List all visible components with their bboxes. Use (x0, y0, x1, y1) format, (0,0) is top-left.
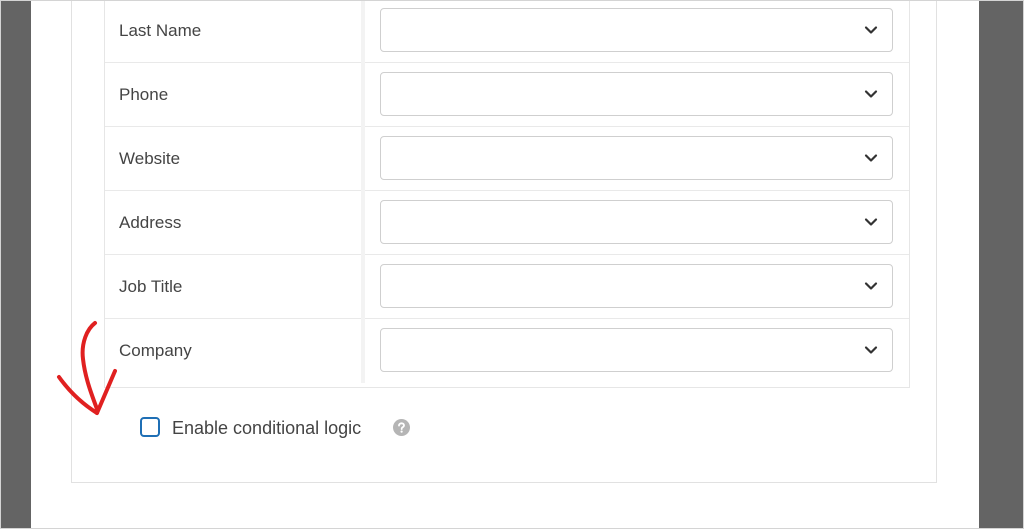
red-arrow-icon (57, 321, 117, 415)
field-label: Last Name (119, 21, 202, 40)
address-select[interactable] (380, 200, 893, 244)
field-label: Address (119, 213, 182, 232)
chevron-down-icon (864, 346, 878, 354)
settings-panel: Last Name Phone Website Address Job Titl… (31, 1, 979, 528)
chevron-down-icon (864, 282, 878, 290)
job-title-select[interactable] (380, 264, 893, 308)
chevron-down-icon (864, 154, 878, 162)
field-label: Job Title (119, 277, 183, 296)
website-select[interactable] (380, 136, 893, 180)
mapping-row-phone: Phone (105, 63, 909, 127)
conditional-logic-checkbox[interactable] (140, 417, 160, 437)
app-frame: Last Name Phone Website Address Job Titl… (0, 0, 1024, 529)
mapping-row-website: Website (105, 127, 909, 191)
question-circle-icon[interactable] (393, 419, 410, 436)
column-divider (361, 63, 365, 127)
column-divider (361, 319, 365, 383)
mapping-row-address: Address (105, 191, 909, 255)
last-name-select[interactable] (380, 8, 893, 52)
mapping-row-last-name: Last Name (105, 1, 909, 63)
column-divider (361, 127, 365, 191)
company-select[interactable] (380, 328, 893, 372)
left-backdrop (1, 1, 31, 528)
field-mapping-section: Last Name Phone Website Address Job Titl… (71, 1, 937, 483)
field-label: Phone (119, 85, 169, 104)
chevron-down-icon (864, 26, 878, 34)
chevron-down-icon (864, 218, 878, 226)
mapping-row-company: Company (105, 319, 909, 383)
right-backdrop (979, 1, 1023, 528)
conditional-logic-label[interactable]: Enable conditional logic (172, 415, 361, 441)
field-label: Company (119, 341, 192, 360)
phone-select[interactable] (380, 72, 893, 116)
column-divider (361, 1, 365, 63)
mapping-row-job-title: Job Title (105, 255, 909, 319)
field-label: Website (119, 149, 181, 168)
column-divider (361, 255, 365, 319)
column-divider (361, 191, 365, 255)
chevron-down-icon (864, 90, 878, 98)
field-mapping-table: Last Name Phone Website Address Job Titl… (104, 1, 910, 388)
